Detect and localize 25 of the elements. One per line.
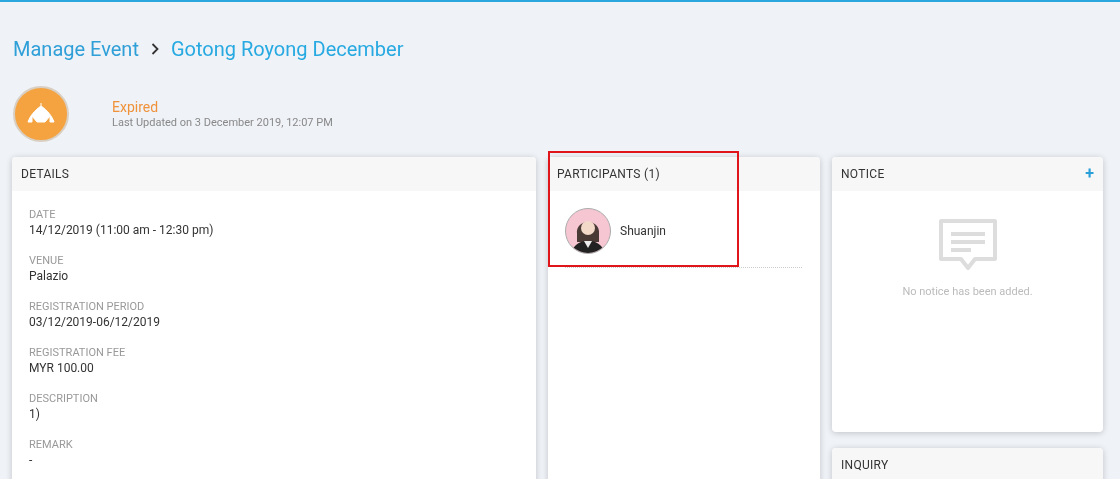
event-status: Expired xyxy=(112,98,160,116)
breadcrumb-link[interactable]: Manage Event xyxy=(13,33,139,64)
field-label: REMARK xyxy=(29,438,74,452)
field-label: REGISTRATION FEE xyxy=(29,346,127,360)
field-value: 03/12/2019-06/12/2019 xyxy=(29,314,162,331)
card-title: NOTICE xyxy=(841,166,885,183)
card-title: INQUIRY xyxy=(841,457,889,474)
last-updated: Last Updated on 3 December 2019, 12:07 PM xyxy=(112,116,333,130)
field-label: REGISTRATION PERIOD xyxy=(29,300,146,314)
chevron-right-icon xyxy=(150,42,159,55)
card-title: PARTICIPANTS (1) xyxy=(557,166,660,183)
page-title: Gotong Royong December xyxy=(170,35,404,63)
field-value: 1) xyxy=(29,406,41,423)
tent-icon xyxy=(13,86,69,142)
field-label: VENUE xyxy=(29,254,65,268)
field-value: Palazio xyxy=(29,268,70,285)
field-value: 14/12/2019 (11:00 am - 12:30 pm) xyxy=(29,222,215,239)
empty-message: No notice has been added. xyxy=(902,284,1033,300)
add-button[interactable]: + xyxy=(1085,166,1094,182)
field-value: - xyxy=(29,452,34,469)
field-label: DESCRIPTION xyxy=(29,392,99,406)
participant-item[interactable]: Shuanjin xyxy=(565,208,802,268)
card-title: DETAILS xyxy=(21,166,70,183)
field-value: MYR 100.00 xyxy=(29,360,95,377)
field-label: DATE xyxy=(29,208,57,222)
